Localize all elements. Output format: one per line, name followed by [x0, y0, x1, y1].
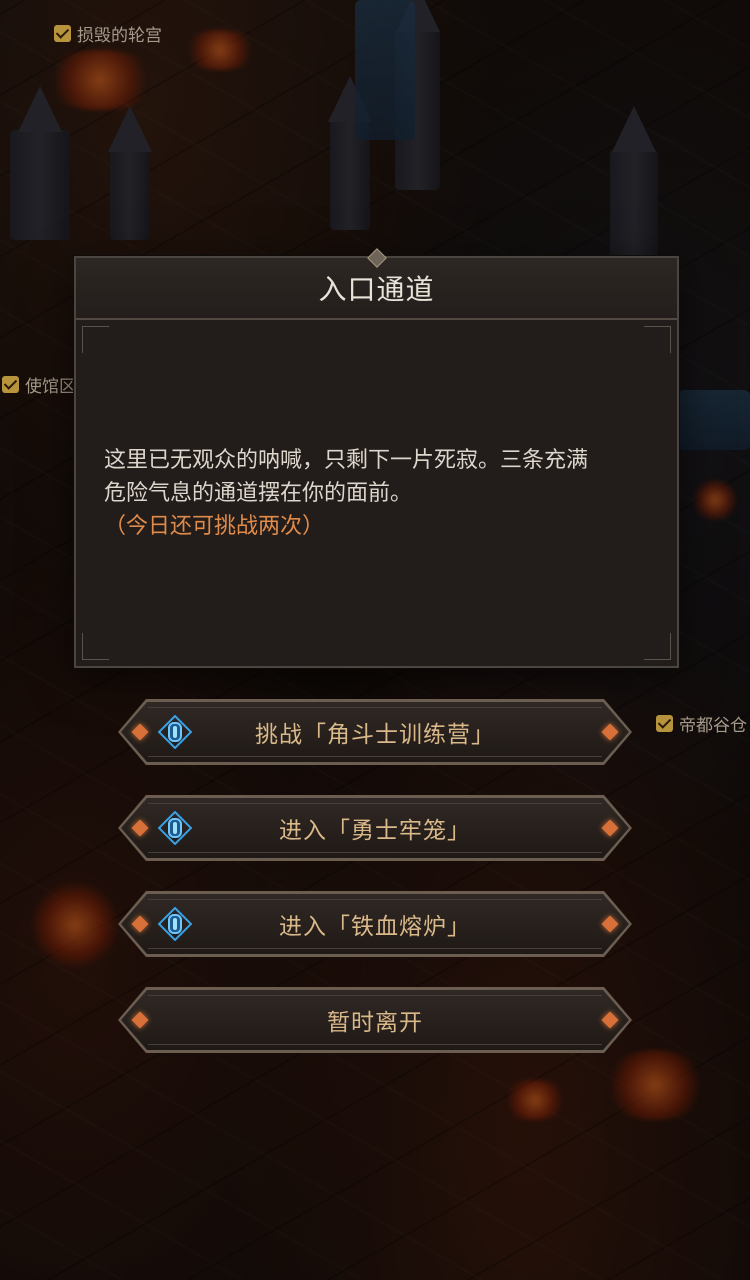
corner-ornament — [82, 326, 109, 353]
blue-crystal-icon — [158, 811, 192, 845]
blue-crystal-icon — [158, 907, 192, 941]
dialog-description: 这里已无观众的呐喊，只剩下一片死寂。三条充满 危险气息的通道摆在你的面前。 （今… — [104, 444, 649, 543]
button-label: 进入「勇士牢笼」 — [279, 818, 471, 844]
corner-ornament — [644, 326, 671, 353]
checkmark-icon — [54, 25, 71, 42]
map-label-text: 损毁的轮宫 — [77, 26, 162, 46]
attempts-remaining-note: （今日还可挑战两次） — [104, 514, 325, 539]
button-label: 暂时离开 — [327, 1010, 423, 1036]
dialog-title: 入口通道 — [318, 273, 435, 306]
button-label: 挑战「角斗士训练营」 — [255, 722, 495, 748]
checkmark-icon — [2, 376, 19, 393]
description-line-1: 这里已无观众的呐喊，只剩下一片死寂。三条充满 — [104, 448, 589, 473]
map-label-granary[interactable]: 帝都谷仓 — [656, 711, 747, 736]
map-label-ruined-palace[interactable]: 损毁的轮宫 — [54, 21, 162, 46]
map-label-embassy[interactable]: 使馆区 — [2, 372, 76, 397]
checkmark-icon — [656, 715, 673, 732]
corner-ornament — [82, 633, 109, 660]
challenge-gladiator-camp-button[interactable]: 挑战「角斗士训练营」 — [118, 699, 632, 765]
map-label-text: 帝都谷仓 — [679, 716, 747, 736]
description-line-2: 危险气息的通道摆在你的面前。 — [104, 481, 413, 506]
leave-temporarily-button[interactable]: 暂时离开 — [118, 987, 632, 1053]
button-label: 进入「铁血熔炉」 — [279, 914, 471, 940]
entrance-dialog: 入口通道 这里已无观众的呐喊，只剩下一片死寂。三条充满 危险气息的通道摆在你的面… — [74, 248, 679, 668]
blue-crystal-icon — [158, 715, 192, 749]
map-label-text: 使馆区 — [25, 377, 76, 397]
game-screen: 损毁的轮宫 使馆区 帝都谷仓 入口通道 这里已无观众的呐喊，只剩下一片死寂。三条… — [0, 0, 750, 1280]
corner-ornament — [644, 633, 671, 660]
enter-iron-blood-furnace-button[interactable]: 进入「铁血熔炉」 — [118, 891, 632, 957]
enter-warrior-cage-button[interactable]: 进入「勇士牢笼」 — [118, 795, 632, 861]
